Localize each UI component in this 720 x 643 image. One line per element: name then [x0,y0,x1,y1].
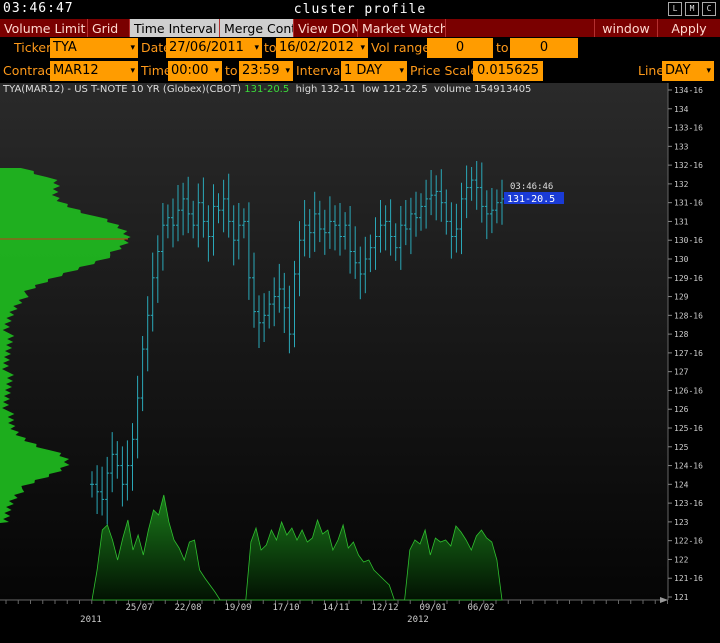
vol-to-input[interactable]: 0 [510,38,578,58]
x-tick-label: 25/07 [125,603,152,613]
y-tick-label: 122-16 [674,537,703,546]
y-tick-label: 126-16 [674,386,703,395]
ticker-label: Ticker [14,40,52,55]
x-year-2011: 2011 [80,615,102,625]
y-tick-label: 121 [674,593,689,602]
low-value: low 121-22.5 [362,84,428,95]
price-scale-input[interactable]: 0.015625 [473,61,543,81]
y-tick-label: 129-16 [674,274,703,283]
time-to-select[interactable]: 23:59 [239,61,293,81]
x-axis-ticks: 25/07 22/08 19/09 17/10 14/11 12/12 09/01 06/02 [5,600,668,613]
window-buttons: L M C [668,2,716,16]
x-year-2012: 2012 [407,615,429,625]
y-tick-label: 127-16 [674,349,703,358]
price-chart[interactable]: 134-16 134 133-16 133 132-16 132 131-16 131 130-… [0,83,720,643]
time-from-select[interactable]: 00:00 [168,61,222,81]
y-tick-label: 124 [674,480,689,489]
chart-background [0,83,668,600]
menu-grid[interactable]: Grid [88,19,130,38]
x-tick-label: 19/09 [224,603,251,613]
line-select[interactable]: DAY [662,61,714,81]
y-tick-label: 122 [674,555,689,564]
menu-view-dom[interactable]: View DOM [294,19,358,38]
menu-bar: Volume Limit Grid Time Interval Merge Co… [0,19,720,38]
menu-merge-contr[interactable]: Merge Contr [220,19,294,38]
date-to-label: to [264,40,277,55]
menu-window[interactable]: window [594,19,658,38]
apply-button[interactable]: Apply [658,19,720,38]
y-tick-label: 127 [674,368,689,377]
window-title: cluster profile [293,2,427,17]
y-tick-label: 128-16 [674,311,703,320]
high-value: high 132-11 [295,84,356,95]
y-tick-label: 123-16 [674,499,703,508]
controls-row-1: Ticker TYA Date 27/06/2011 to 16/02/2012… [0,37,720,60]
x-tick-label: 17/10 [272,603,299,613]
vol-range-label: Vol range [371,40,431,55]
price-scale-label: Price Scale [410,63,479,78]
date-from-select[interactable]: 27/06/2011 [166,38,262,58]
controls-row-2: Contract MAR12 Time 00:00 to 23:59 Inter… [0,60,720,83]
y-tick-label: 124-16 [674,462,703,471]
time-label: Time [141,63,172,78]
time-to-label: to [225,63,238,78]
line-label: Line [638,63,665,78]
last-price-value: 131-20.5 [507,194,555,205]
y-tick-label: 123 [674,518,689,527]
menu-market-watch[interactable]: Market Watch [358,19,446,38]
volume-value: volume 154913405 [433,84,532,95]
y-tick-label: 131 [674,217,689,226]
y-tick-label: 134 [674,105,689,114]
x-tick-label: 14/11 [322,603,349,613]
y-tick-label: 130 [674,255,689,264]
y-tick-label: 130-16 [674,236,703,245]
x-tick-label: 12/12 [371,603,398,613]
last-price: 131-20.5 [244,84,290,95]
y-axis-ticks: 134-16 134 133-16 133 132-16 132 131-16 131 130-… [668,86,703,602]
chart-area[interactable]: 134-16 134 133-16 133 132-16 132 131-16 131 130-… [0,83,720,643]
contract-select[interactable]: MAR12 [50,61,138,81]
y-tick-label: 132 [674,180,689,189]
lock-button[interactable]: L [668,2,682,16]
y-tick-label: 131-16 [674,199,703,208]
y-tick-label: 129 [674,293,689,302]
y-tick-label: 128 [674,330,689,339]
menu-time-interval[interactable]: Time Interval [130,19,220,38]
instrument-name: TYA(MAR12) - US T-NOTE 10 YR (Globex)(CB… [3,84,242,95]
y-tick-label: 133 [674,142,689,151]
close-button[interactable]: C [702,2,716,16]
y-tick-label: 121-16 [674,574,703,583]
y-tick-label: 125-16 [674,424,703,433]
interval-select[interactable]: 1 DAY [341,61,407,81]
ticker-select[interactable]: TYA [50,38,138,58]
chart-header: TYA(MAR12) - US T-NOTE 10 YR (Globex)(CB… [3,84,531,95]
interval-label: Interval [296,63,344,78]
x-tick-label: 09/01 [419,603,446,613]
contract-label: Contract [3,63,57,78]
minimize-button[interactable]: M [685,2,699,16]
x-tick-label: 06/02 [467,603,494,613]
y-tick-label: 133-16 [674,124,703,133]
y-tick-label: 134-16 [674,86,703,95]
y-tick-label: 125 [674,443,689,452]
menu-volume-limit[interactable]: Volume Limit [0,19,88,38]
vol-from-input[interactable]: 0 [427,38,493,58]
y-tick-label: 126 [674,405,689,414]
overlay-time: 03:46:46 [510,182,553,192]
vol-to-label: to [496,40,509,55]
y-tick-label: 132-16 [674,161,703,170]
title-bar: 03:46:47 cluster profile L M C [0,0,720,20]
x-tick-label: 22/08 [174,603,201,613]
date-to-select[interactable]: 16/02/2012 [276,38,368,58]
